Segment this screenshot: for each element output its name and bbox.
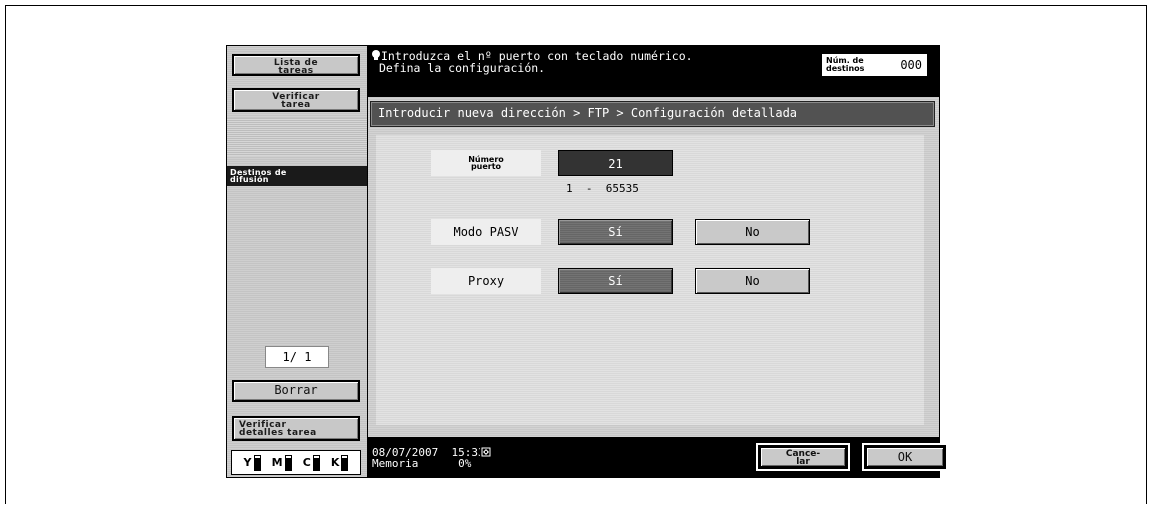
- destinations-label: Núm. de destinos: [826, 57, 864, 73]
- breadcrumb: Introducir nueva dirección > FTP > Confi…: [370, 101, 935, 127]
- page-indicator: 1/ 1: [265, 346, 329, 368]
- toner-gauge: [284, 454, 292, 471]
- verify-job-button[interactable]: Verificar tarea: [232, 88, 360, 112]
- toner-fill: [342, 457, 348, 470]
- pasv-no-button[interactable]: No: [695, 219, 810, 245]
- status-info: 08/07/2007 15:33 Memoria 0%: [372, 447, 485, 469]
- verify-job-label-line2: tarea: [281, 100, 311, 110]
- toner-label: C: [302, 456, 311, 469]
- toner-levels: Y M C K: [231, 450, 361, 475]
- toner-black: K: [330, 454, 349, 471]
- memory-label: Memoria: [372, 457, 419, 470]
- toner-fill: [285, 457, 291, 470]
- status-footer: 08/07/2007 15:33 Memoria 0% Cance- lar OK: [368, 437, 948, 477]
- network-status-icon: [480, 446, 492, 458]
- settings-form: Número puerto 21 1 - 65535 Modo PASV Sí …: [376, 135, 924, 425]
- toner-magenta: M: [271, 454, 292, 471]
- port-number-label: Número puerto: [431, 150, 541, 176]
- port-range: 1 - 65535: [566, 182, 639, 195]
- job-details-button[interactable]: Verificar detalles tarea: [232, 416, 360, 441]
- left-sidebar: Lista de tareas Verificar tarea Destinos…: [227, 46, 367, 477]
- broadcast-header-line2: difusión: [230, 175, 269, 184]
- toner-fill: [313, 457, 319, 470]
- main-content: Introducir nueva dirección > FTP > Confi…: [368, 97, 939, 437]
- destinations-counter: Núm. de destinos 000: [821, 53, 928, 77]
- delete-button[interactable]: Borrar: [232, 380, 360, 402]
- destinations-count: 000: [900, 58, 922, 72]
- toner-gauge: [312, 454, 320, 471]
- toner-label: M: [271, 456, 283, 469]
- memory-value: 0%: [458, 457, 472, 470]
- memory: Memoria 0%: [372, 458, 485, 469]
- proxy-label: Proxy: [431, 268, 541, 294]
- toner-gauge: [253, 454, 261, 471]
- proxy-no-button[interactable]: No: [695, 268, 810, 294]
- sidebar-separator: [227, 118, 367, 156]
- instruction-message: Introduzca el nº puerto con teclado numé…: [372, 50, 693, 74]
- pasv-yes-button[interactable]: Sí: [558, 219, 673, 245]
- ok-label: OK: [866, 447, 944, 467]
- proxy-yes-button[interactable]: Sí: [558, 268, 673, 294]
- job-list-label-line2: tareas: [278, 66, 314, 76]
- broadcast-destinations-header: Destinos de difusión: [227, 166, 367, 186]
- message-header: Introduzca el nº puerto con teclado numé…: [368, 46, 939, 96]
- toner-yellow: Y: [243, 454, 261, 471]
- lightbulb-icon: [372, 50, 380, 60]
- toner-gauge: [341, 454, 349, 471]
- cancel-button-face: Cance- lar: [760, 447, 846, 467]
- toner-label: K: [330, 456, 340, 469]
- message-line2: Defina la configuración.: [378, 61, 546, 75]
- toner-label: Y: [243, 456, 252, 469]
- cancel-button[interactable]: Cance- lar: [756, 443, 850, 471]
- toner-fill: [254, 457, 260, 470]
- port-label-line2: puerto: [470, 162, 502, 171]
- ok-button[interactable]: OK: [862, 443, 948, 471]
- cancel-label-line2: lar: [796, 457, 810, 467]
- pasv-mode-label: Modo PASV: [431, 219, 541, 245]
- job-list-button[interactable]: Lista de tareas: [232, 54, 360, 76]
- toner-cyan: C: [302, 454, 320, 471]
- port-number-field[interactable]: 21: [558, 150, 673, 176]
- control-panel-screen: Lista de tareas Verificar tarea Destinos…: [226, 45, 948, 478]
- job-details-label-line2: detalles tarea: [239, 428, 317, 438]
- destinations-label-line2: destinos: [826, 64, 865, 73]
